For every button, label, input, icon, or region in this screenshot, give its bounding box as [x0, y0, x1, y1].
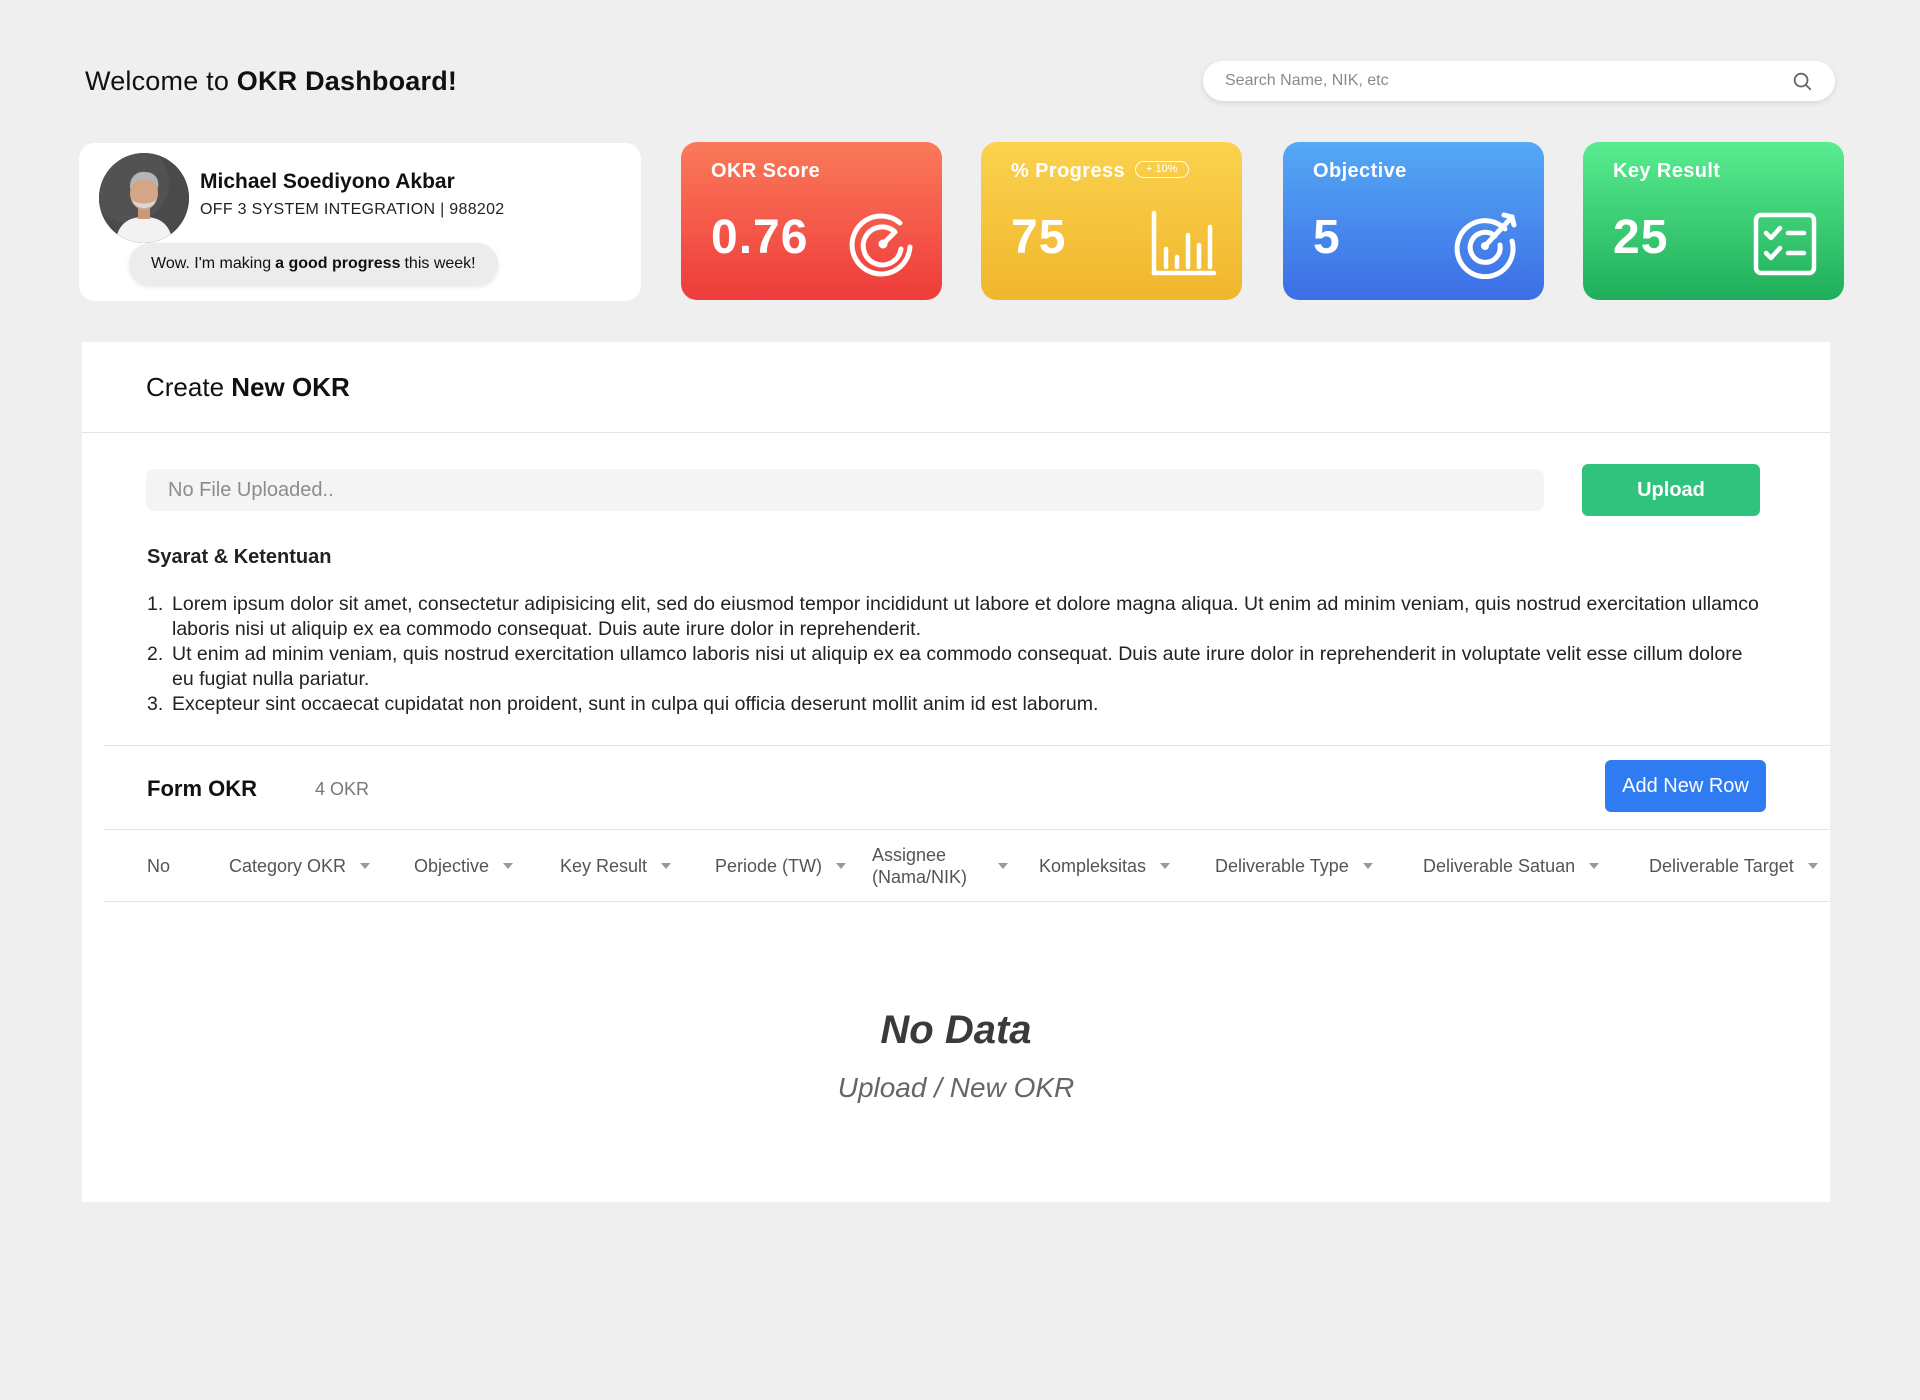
sort-caret-icon[interactable]: [836, 863, 847, 869]
terms-title: Syarat & Ketentuan: [147, 546, 332, 568]
form-title: Form OKR: [147, 776, 257, 801]
search-box[interactable]: [1203, 61, 1835, 101]
create-okr-panel: Create New OKR No File Uploaded.. Upload…: [82, 342, 1830, 1202]
sort-caret-icon[interactable]: [360, 863, 371, 869]
column-header-category[interactable]: Category OKR: [229, 830, 371, 902]
profile-name: Michael Soediyono Akbar: [200, 170, 455, 193]
column-header-deliverable-type[interactable]: Deliverable Type: [1215, 830, 1373, 902]
upload-row: No File Uploaded.. Upload: [146, 464, 1760, 516]
table-header: No Category OKR Objective Key Result Per…: [104, 830, 1830, 902]
speedometer-icon: [849, 213, 913, 277]
okr-score-card[interactable]: OKR Score 0.76: [681, 142, 942, 300]
key-result-label: Key Result: [1613, 160, 1721, 182]
sort-caret-icon[interactable]: [1362, 863, 1373, 869]
sort-caret-icon[interactable]: [503, 863, 514, 869]
sort-caret-icon[interactable]: [1589, 863, 1600, 869]
column-header-key-result[interactable]: Key Result: [560, 830, 672, 902]
key-result-card[interactable]: Key Result 25: [1583, 142, 1844, 300]
okr-score-value: 0.76: [711, 211, 809, 264]
profile-card: Michael Soediyono Akbar OFF 3 SYSTEM INT…: [79, 143, 641, 301]
panel-title: Create New OKR: [146, 371, 350, 402]
terms-list: 1. Lorem ipsum dolor sit amet, consectetu…: [147, 592, 1767, 717]
column-header-objective[interactable]: Objective: [414, 830, 514, 902]
objective-label: Objective: [1313, 160, 1407, 182]
sort-caret-icon[interactable]: [1160, 863, 1171, 869]
upload-button[interactable]: Upload: [1582, 464, 1760, 516]
okr-score-label: OKR Score: [711, 160, 821, 182]
panel-header: Create New OKR: [82, 342, 1830, 433]
progress-card[interactable]: % Progress + 10% 75: [981, 142, 1242, 300]
sort-caret-icon[interactable]: [661, 863, 672, 869]
column-header-no: No: [147, 856, 171, 876]
terms-item: 3. Excepteur sint occaecat cupidatat non …: [147, 693, 1099, 715]
okr-count-badge: 4 OKR: [315, 779, 370, 799]
column-header-deliverable-target[interactable]: Deliverable Target: [1649, 830, 1818, 902]
terms-item: 2. Ut enim ad minim veniam, quis nostrud …: [147, 643, 1743, 690]
progress-label: % Progress: [1011, 160, 1126, 182]
empty-state-subtitle: Upload / New OKR: [837, 1072, 1075, 1103]
page-title: Welcome to OKR Dashboard!: [85, 65, 458, 96]
terms-item: 1. Lorem ipsum dolor sit amet, consectetu…: [147, 593, 1759, 640]
avatar[interactable]: [99, 153, 189, 243]
column-header-deliverable-satuan[interactable]: Deliverable Satuan: [1423, 830, 1600, 902]
column-header-periode[interactable]: Periode (TW): [715, 830, 847, 902]
profile-department: OFF 3 SYSTEM INTEGRATION | 988202: [200, 201, 505, 218]
search-icon[interactable]: [1791, 70, 1813, 92]
top-bar: Welcome to OKR Dashboard!: [85, 60, 1835, 102]
progress-value: 75: [1011, 211, 1067, 264]
add-new-row-button[interactable]: Add New Row: [1605, 760, 1766, 812]
status-bubble: Wow. I'm making a good progress this week!: [129, 243, 498, 285]
checklist-icon: [1753, 212, 1817, 276]
search-input[interactable]: [1225, 72, 1791, 90]
progress-change-badge: + 10%: [1135, 161, 1189, 178]
form-okr-header: Form OKR 4 OKR Add New Row: [104, 745, 1830, 830]
sort-caret-icon[interactable]: [1807, 863, 1818, 869]
column-header-kompleksitas[interactable]: Kompleksitas: [1039, 830, 1171, 902]
objective-card[interactable]: Objective 5: [1283, 142, 1544, 300]
file-upload-field[interactable]: No File Uploaded..: [146, 469, 1544, 511]
bar-chart-icon: [1151, 210, 1217, 276]
objective-value: 5: [1313, 211, 1341, 264]
empty-state-title: No Data: [880, 1008, 1032, 1052]
sort-caret-icon[interactable]: [998, 863, 1008, 869]
column-header-assignee[interactable]: Assignee (Nama/NIK): [872, 830, 1008, 902]
key-result-value: 25: [1613, 211, 1669, 264]
target-icon: [1454, 212, 1517, 279]
